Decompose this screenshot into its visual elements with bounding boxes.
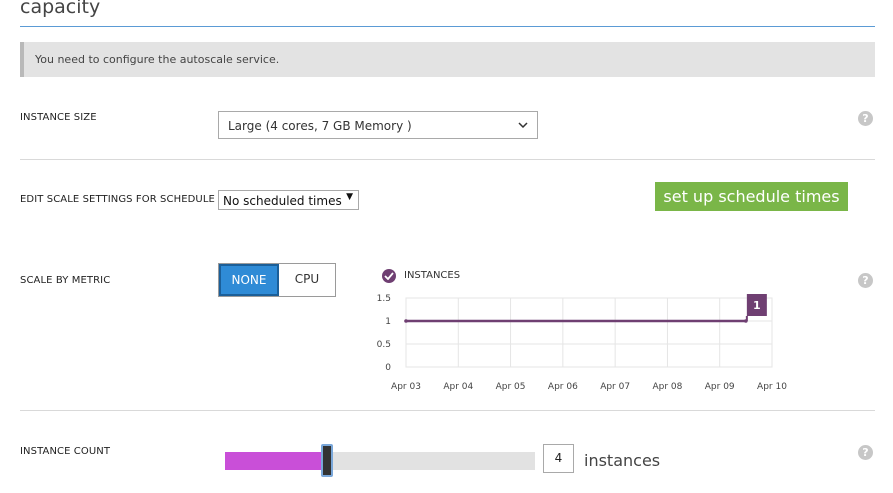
autoscale-notice: You need to configure the autoscale serv… bbox=[20, 42, 875, 77]
legend-series-label: INSTANCES bbox=[404, 270, 461, 281]
y-tick-label: 1 bbox=[385, 317, 391, 327]
y-tick-label: 0 bbox=[385, 363, 391, 373]
instance-count-unit: instances bbox=[584, 451, 661, 470]
instance-slider-fill bbox=[225, 452, 327, 470]
x-tick-label: Apr 09 bbox=[705, 382, 735, 392]
x-tick-label: Apr 03 bbox=[391, 382, 421, 392]
x-tick-label: Apr 07 bbox=[600, 382, 630, 392]
divider bbox=[20, 159, 875, 160]
scale-by-metric-label: SCALE BY METRIC bbox=[20, 275, 111, 286]
dropdown-arrow-icon: ▼ bbox=[346, 192, 353, 202]
end-value-label: 1 bbox=[753, 299, 761, 312]
instance-size-label: INSTANCE SIZE bbox=[20, 112, 97, 123]
instance-slider-handle[interactable] bbox=[321, 444, 333, 477]
help-icon[interactable]: ? bbox=[858, 273, 873, 288]
page-title: capacity bbox=[20, 0, 101, 18]
metric-toggle: NONE CPU bbox=[218, 263, 336, 297]
help-icon[interactable]: ? bbox=[858, 111, 873, 126]
notice-text: You need to configure the autoscale serv… bbox=[35, 53, 280, 66]
schedule-select[interactable]: No scheduled times ▼ bbox=[218, 190, 359, 210]
plot-area bbox=[405, 297, 773, 368]
instances-chart: Apr 03 Apr 04 Apr 05 Apr 06 Apr 07 Apr 08 Apr … bbox=[377, 294, 787, 392]
title-underline bbox=[20, 26, 875, 27]
chevron-down-icon bbox=[518, 117, 528, 136]
metric-option-none[interactable]: NONE bbox=[219, 264, 279, 296]
instance-size-value: Large (4 cores, 7 GB Memory ) bbox=[228, 119, 412, 133]
divider bbox=[20, 410, 875, 411]
instance-count-label: INSTANCE COUNT bbox=[20, 446, 111, 457]
x-tick-label: Apr 06 bbox=[548, 382, 578, 392]
legend-check-icon[interactable] bbox=[382, 269, 396, 283]
x-tick-label: Apr 08 bbox=[652, 382, 682, 392]
instance-size-select[interactable]: Large (4 cores, 7 GB Memory ) bbox=[218, 111, 538, 139]
y-tick-label: 0.5 bbox=[377, 340, 391, 350]
schedule-label: EDIT SCALE SETTINGS FOR SCHEDULE bbox=[20, 194, 215, 205]
data-point bbox=[404, 319, 408, 323]
x-tick-label: Apr 04 bbox=[443, 382, 473, 392]
help-icon[interactable]: ? bbox=[858, 445, 873, 460]
x-tick-label: Apr 10 bbox=[757, 382, 787, 392]
instance-count-input[interactable]: 4 bbox=[543, 444, 574, 473]
metric-option-cpu[interactable]: CPU bbox=[279, 264, 335, 296]
y-tick-label: 1.5 bbox=[377, 294, 391, 304]
x-tick-label: Apr 05 bbox=[496, 382, 526, 392]
setup-schedule-button[interactable]: set up schedule times bbox=[655, 182, 848, 211]
schedule-value: No scheduled times bbox=[223, 194, 342, 208]
